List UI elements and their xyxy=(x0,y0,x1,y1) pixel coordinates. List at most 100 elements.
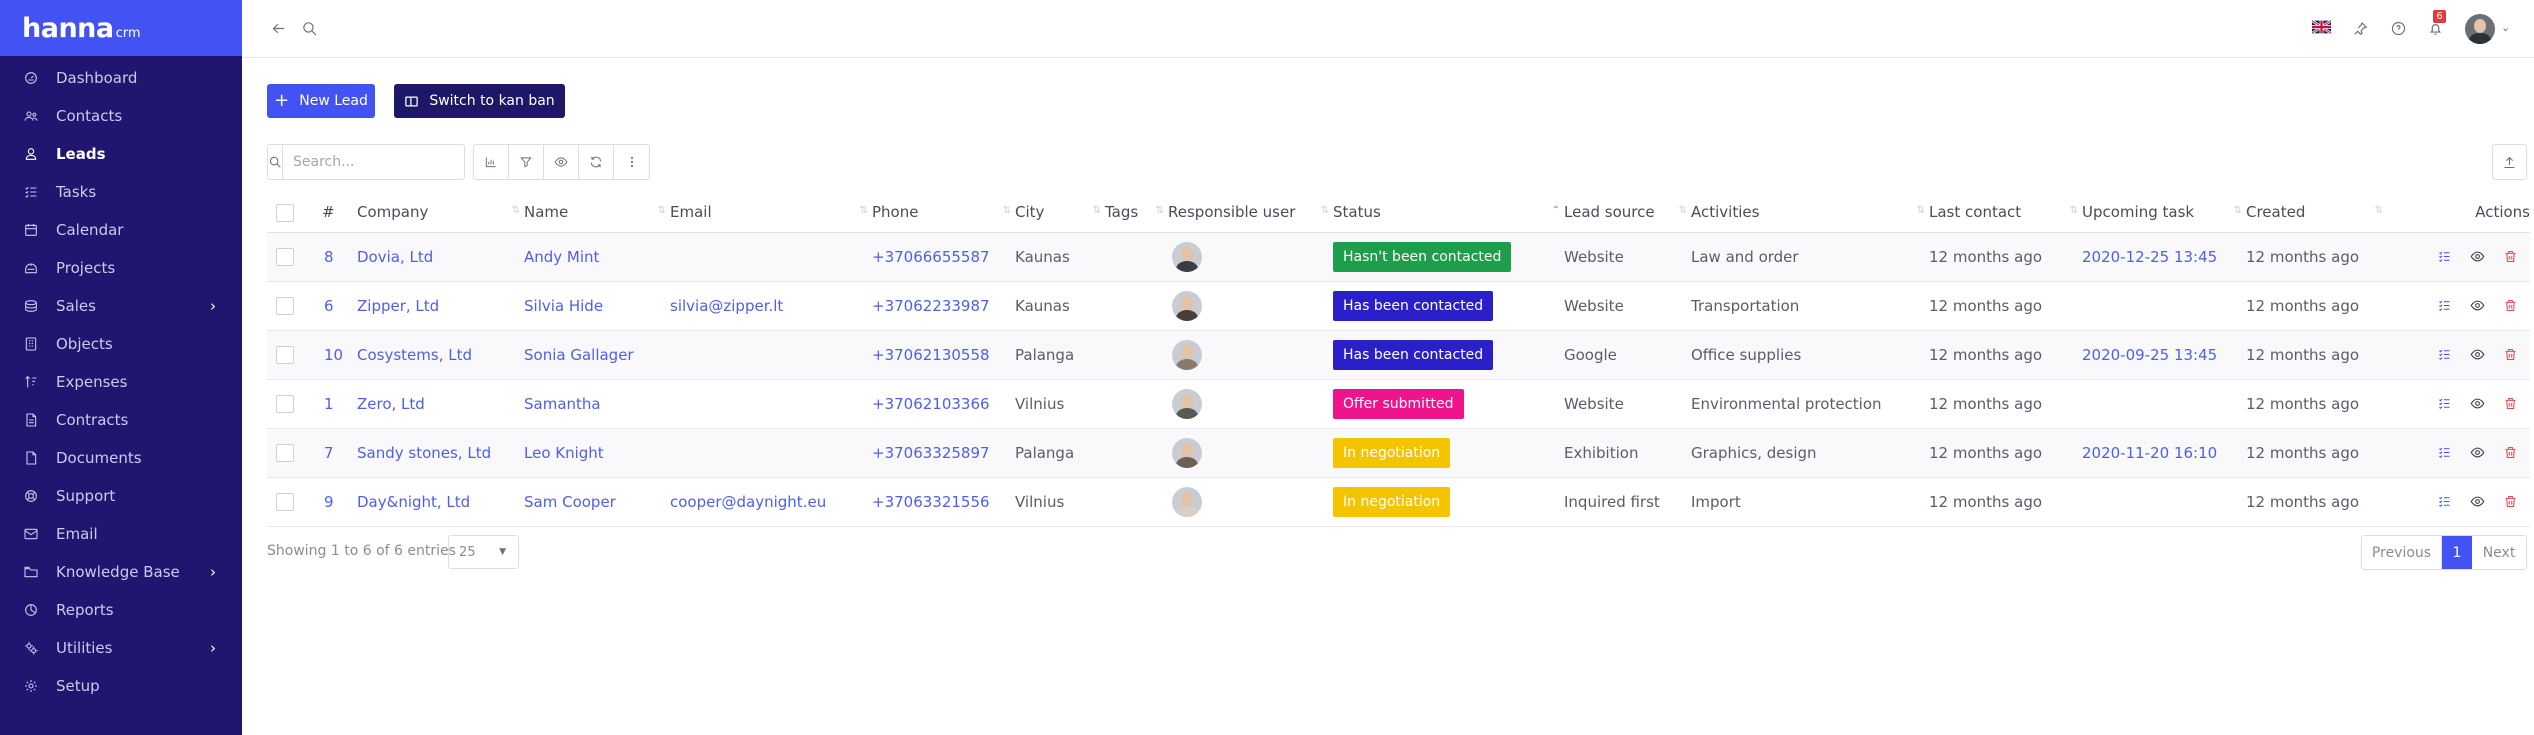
id-cell[interactable]: 6 xyxy=(319,281,357,331)
company-link[interactable]: Dovia, Ltd xyxy=(357,248,433,266)
trash-icon[interactable] xyxy=(2502,396,2518,412)
chart-icon[interactable] xyxy=(474,145,509,179)
column-header-created[interactable]: Created ⇅ xyxy=(2246,193,2387,233)
refresh-icon[interactable] xyxy=(579,145,614,179)
page-1-button[interactable]: 1 xyxy=(2442,536,2472,569)
status-badge[interactable]: Has been contacted xyxy=(1333,290,1494,321)
trash-icon[interactable] xyxy=(2502,249,2518,265)
phone-link[interactable]: +37063321556 xyxy=(872,493,990,511)
upcoming-task-link[interactable]: 2020-09-25 13:45 xyxy=(2082,346,2217,364)
phone-link[interactable]: +37066655587 xyxy=(872,248,990,266)
avatar[interactable] xyxy=(1172,290,1202,321)
status-badge[interactable]: In negotiation xyxy=(1333,437,1451,468)
avatar[interactable] xyxy=(1172,388,1202,419)
column-header-name[interactable]: Name ⇅ xyxy=(524,193,670,233)
row-checkbox[interactable] xyxy=(276,443,294,462)
row-checkbox[interactable] xyxy=(276,247,294,266)
company-link[interactable]: Zero, Ltd xyxy=(357,395,425,413)
column-header-email[interactable]: Email ⇅ xyxy=(670,193,872,233)
column-header-last-contact[interactable]: Last contact ⇅ xyxy=(1929,193,2082,233)
avatar[interactable] xyxy=(1172,241,1202,272)
sidebar-item-setup[interactable]: Setup xyxy=(0,667,242,705)
column-header-activities[interactable]: Activities ⇅ xyxy=(1691,193,1929,233)
column-header-number[interactable]: # xyxy=(319,193,357,233)
sidebar-item-projects[interactable]: Projects xyxy=(0,249,242,287)
select-all-checkbox[interactable] xyxy=(276,203,294,222)
column-header-company[interactable]: Company ⇅ xyxy=(357,193,524,233)
per-page-select[interactable]: 25 ▼ xyxy=(448,535,519,569)
column-header-status[interactable]: Status ⌃ xyxy=(1333,193,1564,233)
user-avatar[interactable] xyxy=(2465,14,2495,44)
column-header-lead-source[interactable]: Lead source ⇅ xyxy=(1564,193,1691,233)
trash-icon[interactable] xyxy=(2502,494,2518,510)
company-link[interactable]: Cosystems, Ltd xyxy=(357,346,472,364)
sidebar-item-expenses[interactable]: Expenses xyxy=(0,363,242,401)
previous-page-button[interactable]: Previous xyxy=(2362,536,2442,569)
lead-id-link[interactable]: 6 xyxy=(324,297,334,315)
row-checkbox[interactable] xyxy=(276,394,294,413)
lead-id-link[interactable]: 9 xyxy=(324,493,334,511)
phone-link[interactable]: +37063325897 xyxy=(872,444,990,462)
export-icon[interactable] xyxy=(2492,144,2527,180)
status-badge[interactable]: In negotiation xyxy=(1333,486,1451,517)
company-link[interactable]: Zipper, Ltd xyxy=(357,297,439,315)
upcoming-task-link[interactable]: 2020-11-20 16:10 xyxy=(2082,444,2217,462)
id-cell[interactable]: 9 xyxy=(319,477,357,527)
name-link[interactable]: Sonia Gallager xyxy=(524,346,634,364)
status-badge[interactable]: Offer submitted xyxy=(1333,388,1464,419)
sidebar-item-calendar[interactable]: Calendar xyxy=(0,211,242,249)
name-link[interactable]: Samantha xyxy=(524,395,601,413)
tasks-list-icon[interactable] xyxy=(2436,396,2452,412)
trash-icon[interactable] xyxy=(2502,347,2518,363)
avatar[interactable] xyxy=(1172,339,1202,370)
help-icon[interactable] xyxy=(2387,17,2409,39)
upcoming-task-link[interactable]: 2020-12-25 13:45 xyxy=(2082,248,2217,266)
column-header-phone[interactable]: Phone ⇅ xyxy=(872,193,1015,233)
eye-icon[interactable] xyxy=(2469,347,2485,363)
search-icon[interactable] xyxy=(298,17,320,39)
name-link[interactable]: Silvia Hide xyxy=(524,297,603,315)
name-link[interactable]: Andy Mint xyxy=(524,248,599,266)
sidebar-item-documents[interactable]: Documents xyxy=(0,439,242,477)
eye-icon[interactable] xyxy=(2469,445,2485,461)
column-header-upcoming-task[interactable]: Upcoming task ⇅ xyxy=(2082,193,2246,233)
sidebar-item-reports[interactable]: Reports xyxy=(0,591,242,629)
eye-icon[interactable] xyxy=(2469,249,2485,265)
eye-icon[interactable] xyxy=(544,145,579,179)
chevron-down-icon[interactable]: ⌄ xyxy=(2501,21,2510,34)
back-arrow-icon[interactable] xyxy=(267,17,289,39)
trash-icon[interactable] xyxy=(2502,298,2518,314)
uk-flag-icon[interactable] xyxy=(2312,20,2331,34)
brand-logo[interactable]: hanna crm xyxy=(0,0,242,56)
tasks-list-icon[interactable] xyxy=(2436,445,2452,461)
eye-icon[interactable] xyxy=(2469,494,2485,510)
sidebar-item-objects[interactable]: Objects xyxy=(0,325,242,363)
sidebar-item-contacts[interactable]: Contacts xyxy=(0,97,242,135)
id-cell[interactable]: 10 xyxy=(319,330,357,380)
sidebar-item-email[interactable]: Email xyxy=(0,515,242,553)
id-cell[interactable]: 1 xyxy=(319,379,357,429)
switch-kanban-button[interactable]: Switch to kan ban xyxy=(394,84,565,118)
avatar[interactable] xyxy=(1172,437,1202,468)
row-checkbox[interactable] xyxy=(276,296,294,315)
avatar[interactable] xyxy=(1172,486,1202,517)
table-row[interactable]: 10 Cosystems, Ltd Sonia Gallager +370621305… xyxy=(267,330,2530,380)
id-cell[interactable]: 7 xyxy=(319,428,357,478)
trash-icon[interactable] xyxy=(2502,445,2518,461)
pin-icon[interactable] xyxy=(2349,17,2371,39)
status-badge[interactable]: Hasn't been contacted xyxy=(1333,241,1512,272)
email-link[interactable]: silvia@zipper.lt xyxy=(670,297,783,315)
filter-icon[interactable] xyxy=(509,145,544,179)
new-lead-button[interactable]: + New Lead xyxy=(267,84,375,118)
phone-link[interactable]: +37062103366 xyxy=(872,395,990,413)
lead-id-link[interactable]: 1 xyxy=(324,395,334,413)
lead-id-link[interactable]: 10 xyxy=(324,346,343,364)
lead-id-link[interactable]: 8 xyxy=(324,248,334,266)
sidebar-item-dashboard[interactable]: Dashboard xyxy=(0,59,242,97)
column-header-tags[interactable]: Tags ⇅ xyxy=(1105,193,1168,233)
next-page-button[interactable]: Next xyxy=(2472,536,2526,569)
more-vertical-icon[interactable] xyxy=(614,145,649,179)
sidebar-item-knowledge-base[interactable]: Knowledge Base › xyxy=(0,553,242,591)
table-row[interactable]: 6 Zipper, Ltd Silvia Hide silvia@zipper.lt +… xyxy=(267,281,2530,331)
eye-icon[interactable] xyxy=(2469,396,2485,412)
